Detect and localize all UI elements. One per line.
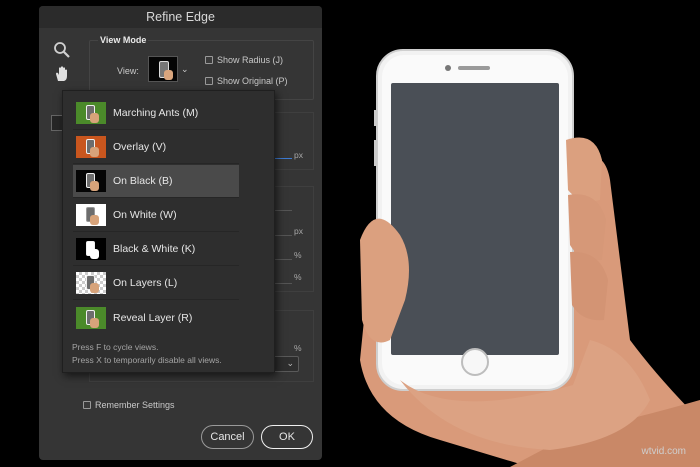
hint-disable: Press X to temporarily disable all views…	[72, 355, 222, 365]
on-black-thumb-icon	[76, 170, 106, 192]
menu-item-overlay[interactable]: Overlay (V)	[73, 131, 239, 164]
marching-ants-thumb-icon	[76, 102, 106, 124]
on-layers-thumb-icon	[76, 272, 106, 294]
checkbox-box[interactable]	[83, 401, 91, 409]
hint-cycle: Press F to cycle views.	[72, 342, 159, 352]
view-mode-title: View Mode	[98, 35, 149, 45]
menu-item-on-black[interactable]: On Black (B)	[73, 165, 239, 198]
feather-underline	[272, 235, 292, 236]
menu-item-marching-ants[interactable]: Marching Ants (M)	[73, 97, 239, 130]
show-original-checkbox[interactable]: Show Original (P)	[205, 76, 288, 86]
watermark: wtvid.com	[641, 446, 686, 457]
menu-item-label: Marching Ants (M)	[113, 107, 199, 119]
checkbox-box[interactable]	[205, 77, 213, 85]
radius-unit: px	[294, 150, 303, 160]
menu-item-label: On Black (B)	[113, 175, 173, 187]
tool-column	[52, 40, 72, 88]
cancel-button[interactable]: Cancel	[201, 425, 254, 449]
smooth-underline	[272, 210, 292, 211]
view-label: View:	[117, 66, 139, 76]
menu-item-label: Black & White (K)	[113, 243, 196, 255]
black-white-thumb-icon	[76, 238, 106, 260]
checkbox-box[interactable]	[205, 56, 213, 64]
overlay-thumb-icon	[76, 136, 106, 158]
menu-item-label: On White (W)	[113, 209, 177, 221]
menu-item-label: Overlay (V)	[113, 141, 167, 153]
menu-item-label: On Layers (L)	[113, 277, 178, 289]
reveal-layer-thumb-icon	[76, 306, 106, 329]
view-mode-thumbnail[interactable]	[148, 56, 178, 82]
shift-edge-unit: %	[294, 272, 302, 282]
menu-item-on-white[interactable]: On White (W)	[73, 199, 239, 232]
chevron-down-icon[interactable]: ⌄	[181, 64, 189, 75]
show-radius-checkbox[interactable]: Show Radius (J)	[205, 55, 283, 65]
hand-thumb-icon	[164, 70, 173, 80]
shift-underline	[272, 283, 292, 284]
menu-item-reveal-layer[interactable]: Reveal Layer (R)	[73, 301, 239, 334]
view-mode-dropdown: Marching Ants (M) Overlay (V) On Black (…	[62, 90, 275, 373]
radius-slider-underline	[272, 158, 292, 159]
zoom-tool-icon[interactable]	[52, 40, 72, 60]
phone-in-hand-image	[360, 49, 700, 467]
hand-tool-icon[interactable]	[52, 64, 72, 84]
show-original-label: Show Original (P)	[217, 76, 288, 86]
feather-unit: px	[294, 226, 303, 236]
remember-settings-checkbox[interactable]: Remember Settings	[83, 400, 175, 410]
remember-settings-label: Remember Settings	[95, 400, 175, 410]
show-radius-label: Show Radius (J)	[217, 55, 284, 65]
menu-item-black-white[interactable]: Black & White (K)	[73, 233, 239, 266]
dialog-title: Refine Edge	[39, 6, 322, 28]
menu-item-on-layers[interactable]: On Layers (L)	[73, 267, 239, 300]
on-white-thumb-icon	[76, 204, 106, 226]
menu-item-label: Reveal Layer (R)	[113, 311, 193, 324]
contrast-underline	[272, 259, 292, 260]
contrast-unit: %	[294, 250, 302, 260]
amount-unit: %	[294, 343, 302, 353]
ok-button[interactable]: OK	[261, 425, 313, 449]
chevron-down-icon: ⌄	[286, 358, 294, 368]
